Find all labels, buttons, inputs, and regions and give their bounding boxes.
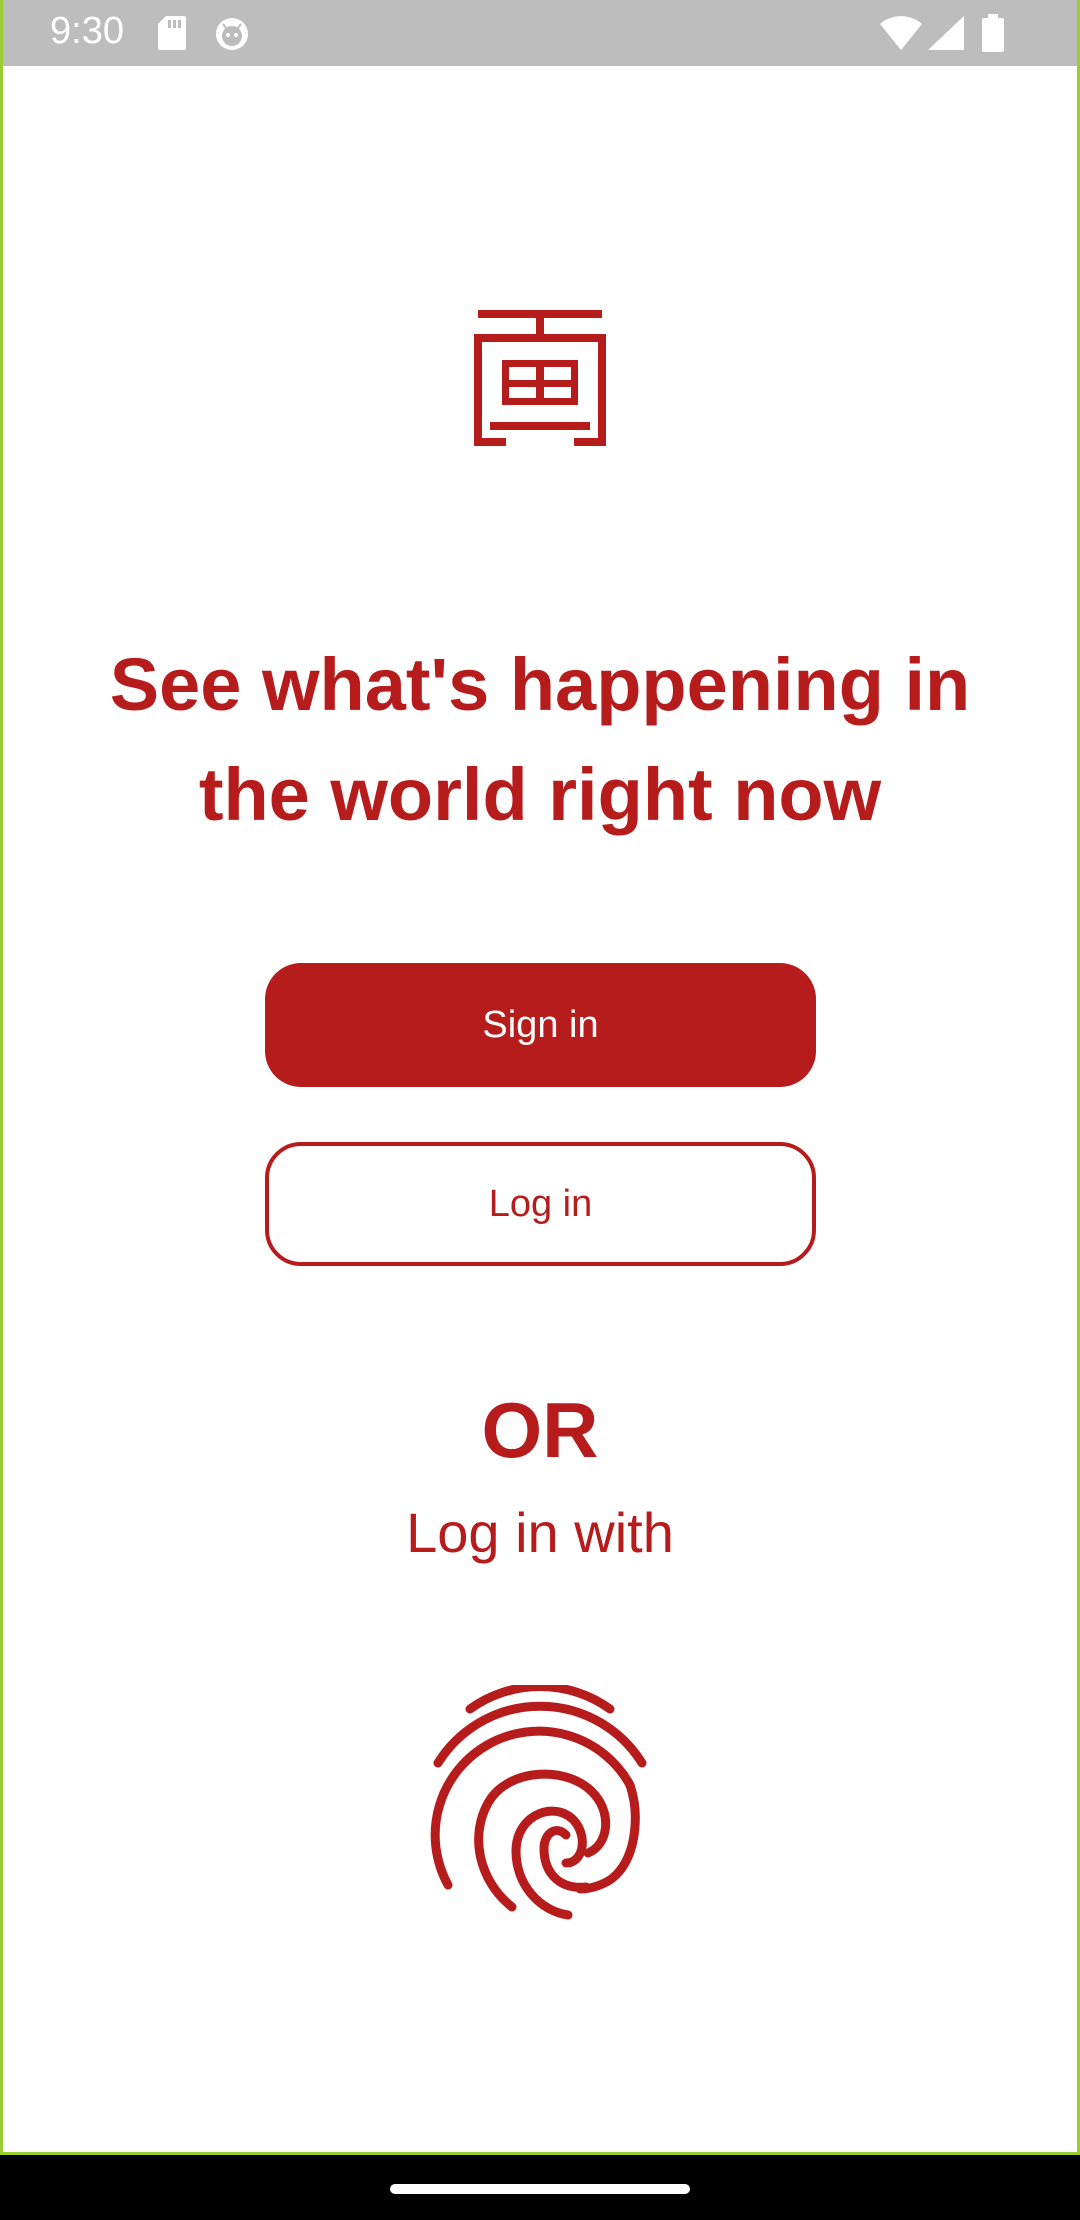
login-screen: 9:30 See what's happening in the world r… <box>0 0 1080 2220</box>
fingerprint-icon[interactable] <box>430 1685 650 1925</box>
android-face-icon <box>216 18 248 50</box>
battery-icon <box>982 14 1004 52</box>
app-logo-icon <box>474 310 606 446</box>
sign-in-button[interactable]: Sign in <box>265 963 816 1087</box>
log-in-button[interactable]: Log in <box>265 1142 816 1266</box>
cell-signal-icon <box>928 16 964 50</box>
wifi-icon <box>880 16 922 50</box>
headline-text: See what's happening in the world right … <box>109 643 971 836</box>
frame-left-border <box>0 0 3 2155</box>
status-time: 9:30 <box>50 10 124 52</box>
or-label: OR <box>481 1386 599 1474</box>
home-gesture-handle[interactable] <box>390 2184 690 2194</box>
status-bar: 9:30 <box>0 0 1080 66</box>
login-with-label: Log in with <box>406 1501 674 1564</box>
sd-card-icon <box>158 16 186 50</box>
